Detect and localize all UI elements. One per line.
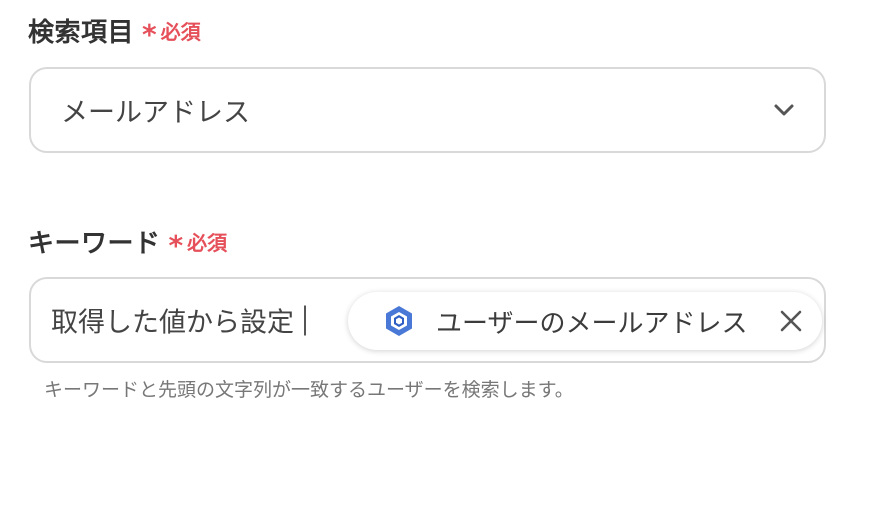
required-star-icon: * [142,17,157,51]
search-field-label: 検索項目 [28,18,135,48]
keyword-help-text: キーワードと先頭の文字列が一致するユーザーを検索します。 [44,379,574,401]
search-field-selected-value: メールアドレス [61,97,250,129]
google-workspace-icon [386,306,412,336]
keyword-field-label: キーワード [28,229,161,259]
chevron-down-icon[interactable] [772,98,796,122]
required-text: 必須 [160,20,201,44]
required-marker: * 必須 [169,227,228,259]
search-field-select[interactable]: メールアドレス [29,67,826,153]
search-field-label-row: 検索項目 * 必須 [28,12,201,49]
required-text: 必須 [187,231,228,255]
keyword-input-text: 取得した値から設定 [51,301,306,340]
variable-chip[interactable]: ユーザーのメールアドレス [348,292,822,350]
keyword-input[interactable]: 取得した値から設定 ユーザーのメールアドレス [29,277,826,363]
variable-chip-label: ユーザーのメールアドレス [436,308,748,339]
keyword-field-label-row: キーワード * 必須 [28,223,227,260]
required-star-icon: * [168,228,184,262]
text-caret [304,305,306,335]
required-marker: * 必須 [142,16,201,48]
close-icon[interactable] [778,308,804,334]
keyword-input-value: 取得した値から設定 [51,307,294,339]
